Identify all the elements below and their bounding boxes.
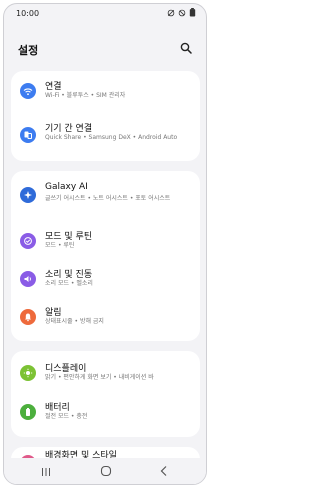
settings-item-subtitle: 밝기 • 편안하게 화면 보기 • 내비게이션 바 <box>45 374 154 381</box>
settings-item-title: 기기 간 연결 <box>45 124 93 134</box>
settings-item-subtitle: 절전 모드 • 충전 <box>45 413 88 420</box>
settings-item-modes-routines[interactable]: 모드 및 루틴 모드 • 루틴 <box>11 223 200 263</box>
settings-item-display[interactable]: 디스플레이 밝기 • 편안하게 화면 보기 • 내비게이션 바 <box>11 355 200 395</box>
alarm-off-icon <box>167 9 175 17</box>
search-icon <box>180 39 192 58</box>
back-button[interactable] <box>154 464 174 478</box>
settings-item-subtitle: Quick Share • Samsung DeX • Android Auto <box>45 134 178 141</box>
home-button[interactable] <box>96 464 116 478</box>
recent-apps-button[interactable] <box>36 464 56 478</box>
phone-frame: 10:00 설정 연결 Wi-Fi • 블루투스 • SIM 관리자 기기 간 … <box>3 3 207 485</box>
settings-card-connections: 연결 Wi-Fi • 블루투스 • SIM 관리자 기기 간 연결 Quick … <box>11 71 200 161</box>
settings-item-title: 모드 및 루틴 <box>45 232 93 242</box>
home-icon <box>100 462 112 481</box>
wifi-icon <box>20 83 36 99</box>
settings-item-subtitle: Wi-Fi • 블루투스 • SIM 관리자 <box>45 92 126 99</box>
settings-card-display: 디스플레이 밝기 • 편안하게 화면 보기 • 내비게이션 바 배터리 절전 모… <box>11 351 200 437</box>
mute-icon <box>178 9 186 17</box>
modes-icon <box>20 233 36 249</box>
settings-item-subtitle: 상태표시줄 • 방해 금지 <box>45 318 104 325</box>
recent-apps-icon <box>40 462 52 481</box>
search-button[interactable] <box>178 40 194 56</box>
settings-item-title: 연결 <box>45 82 62 92</box>
settings-item-device-connection[interactable]: 기기 간 연결 Quick Share • Samsung DeX • Andr… <box>11 117 200 157</box>
status-time: 10:00 <box>16 9 40 18</box>
settings-item-title: 소리 및 진동 <box>45 270 93 280</box>
settings-item-sound-vibration[interactable]: 소리 및 진동 소리 모드 • 벨소리 <box>11 261 200 301</box>
display-icon <box>20 365 36 381</box>
device-connect-icon <box>20 127 36 143</box>
settings-item-galaxy-ai[interactable]: Galaxy AI 글쓰기 어시스트 • 노트 어시스트 • 포토 어시스트 <box>11 177 200 217</box>
page-title: 설정 <box>18 44 39 57</box>
settings-item-battery[interactable]: 배터리 절전 모드 • 충전 <box>11 394 200 434</box>
status-icons <box>167 8 196 17</box>
sound-icon <box>20 271 36 287</box>
settings-item-connections[interactable]: 연결 Wi-Fi • 블루투스 • SIM 관리자 <box>11 73 200 113</box>
settings-item-title: 알림 <box>45 308 62 318</box>
settings-item-subtitle: 소리 모드 • 벨소리 <box>45 280 93 287</box>
bell-icon <box>20 309 36 325</box>
settings-item-title: 배터리 <box>45 403 70 413</box>
settings-item-title: 디스플레이 <box>45 364 87 374</box>
header: 설정 <box>4 38 206 58</box>
back-icon <box>159 462 169 481</box>
settings-item-notifications[interactable]: 알림 상태표시줄 • 방해 금지 <box>11 299 200 339</box>
galaxy-ai-icon <box>20 187 36 203</box>
settings-item-subtitle: 모드 • 루틴 <box>45 242 75 249</box>
status-bar: 10:00 <box>4 4 206 26</box>
settings-card-features: Galaxy AI 글쓰기 어시스트 • 노트 어시스트 • 포토 어시스트 모… <box>11 171 200 341</box>
battery-icon <box>20 404 36 420</box>
battery-status-icon <box>189 8 196 17</box>
settings-item-title: Galaxy AI <box>45 182 88 192</box>
navigation-bar <box>4 458 206 484</box>
settings-item-subtitle: 글쓰기 어시스트 • 노트 어시스트 • 포토 어시스트 <box>45 195 171 202</box>
